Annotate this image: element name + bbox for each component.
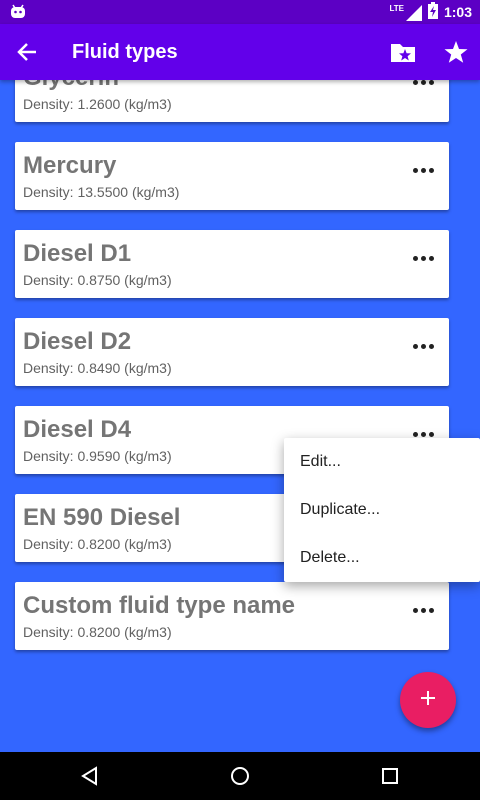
fluid-card-custom[interactable]: Custom fluid type name Density: 0.8200 (… (15, 582, 449, 650)
fluid-name: Mercury (23, 152, 117, 179)
fluid-list[interactable]: Glycerin Density: 1.2600 (kg/m3) Mercury… (0, 80, 480, 752)
arrow-left-icon[interactable] (14, 40, 42, 64)
add-fluid-button[interactable] (400, 672, 456, 728)
fluid-card-diesel-d1[interactable]: Diesel D1 Density: 0.8750 (kg/m3) (15, 230, 449, 298)
lte-signal-icon: LTE (389, 4, 422, 21)
home-circle-icon[interactable] (228, 764, 252, 788)
menu-item-duplicate[interactable]: Duplicate... (284, 486, 480, 534)
status-bar: LTE 1:03 (0, 0, 480, 24)
fluid-card-mercury[interactable]: Mercury Density: 13.5500 (kg/m3) (15, 142, 449, 210)
fluid-name: EN 590 Diesel (23, 504, 181, 531)
more-options-icon[interactable] (409, 596, 437, 624)
recents-square-icon[interactable] (378, 764, 402, 788)
context-menu: Edit... Duplicate... Delete... (284, 438, 480, 582)
more-options-icon[interactable] (409, 332, 437, 360)
fluid-density: Density: 13.5500 (kg/m3) (23, 184, 180, 200)
system-navigation-bar (0, 752, 480, 800)
fluid-density: Density: 0.8200 (kg/m3) (23, 536, 172, 552)
menu-item-edit[interactable]: Edit... (284, 438, 480, 486)
fluid-density: Density: 0.9590 (kg/m3) (23, 448, 172, 464)
menu-item-delete[interactable]: Delete... (284, 534, 480, 582)
fluid-name: Diesel D1 (23, 240, 132, 267)
plus-icon (419, 689, 437, 712)
back-triangle-icon[interactable] (78, 764, 102, 788)
star-icon[interactable] (442, 38, 470, 66)
network-type-label: LTE (389, 3, 404, 13)
clock: 1:03 (443, 4, 472, 20)
fluid-density: Density: 1.2600 (kg/m3) (23, 96, 172, 112)
fluid-card-glycerin[interactable]: Glycerin Density: 1.2600 (kg/m3) (15, 80, 449, 122)
more-options-icon[interactable] (409, 244, 437, 272)
more-options-icon[interactable] (409, 156, 437, 184)
fluid-name: Glycerin (23, 80, 119, 92)
fluid-density: Density: 0.8750 (kg/m3) (23, 272, 172, 288)
fluid-name: Custom fluid type name (23, 592, 296, 619)
more-options-icon[interactable] (409, 80, 437, 96)
fluid-card-diesel-d2[interactable]: Diesel D2 Density: 0.8490 (kg/m3) (15, 318, 449, 386)
battery-icon (427, 2, 438, 22)
folder-star-icon[interactable] (389, 38, 417, 66)
fluid-name: Diesel D4 (23, 416, 132, 443)
fluid-density: Density: 0.8200 (kg/m3) (23, 624, 172, 640)
android-app-icon (10, 4, 26, 25)
page-title: Fluid types (72, 41, 178, 63)
fluid-name: Diesel D2 (23, 328, 132, 355)
app-toolbar: Fluid types (0, 24, 480, 80)
fluid-density: Density: 0.8490 (kg/m3) (23, 360, 172, 376)
